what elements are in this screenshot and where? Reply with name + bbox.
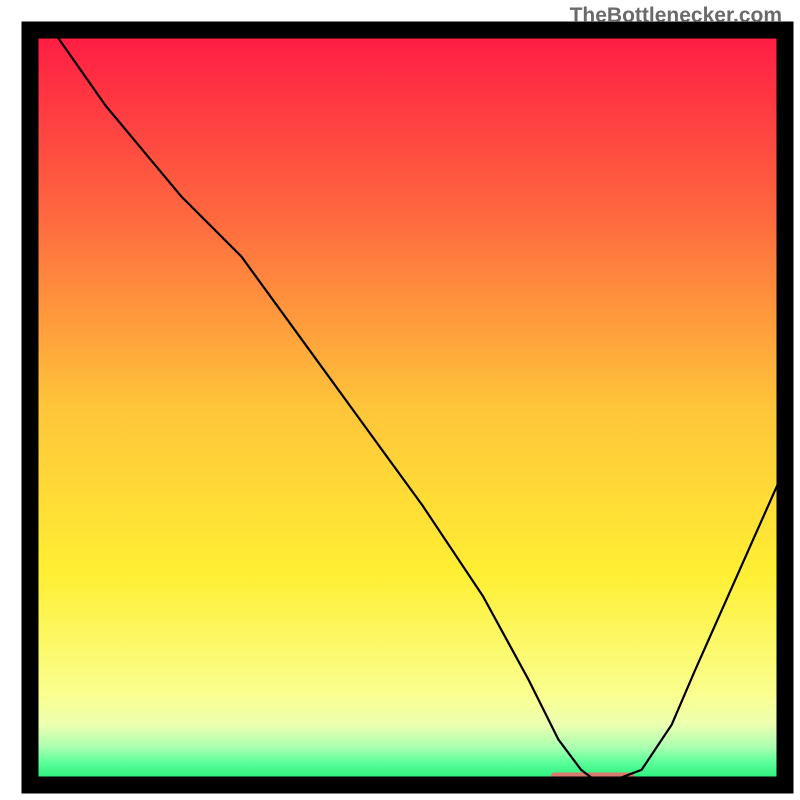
watermark-text: TheBottlenecker.com [570,4,782,28]
bottleneck-chart [0,0,800,800]
chart-container: TheBottlenecker.com [0,0,800,800]
gradient-background [30,30,785,785]
